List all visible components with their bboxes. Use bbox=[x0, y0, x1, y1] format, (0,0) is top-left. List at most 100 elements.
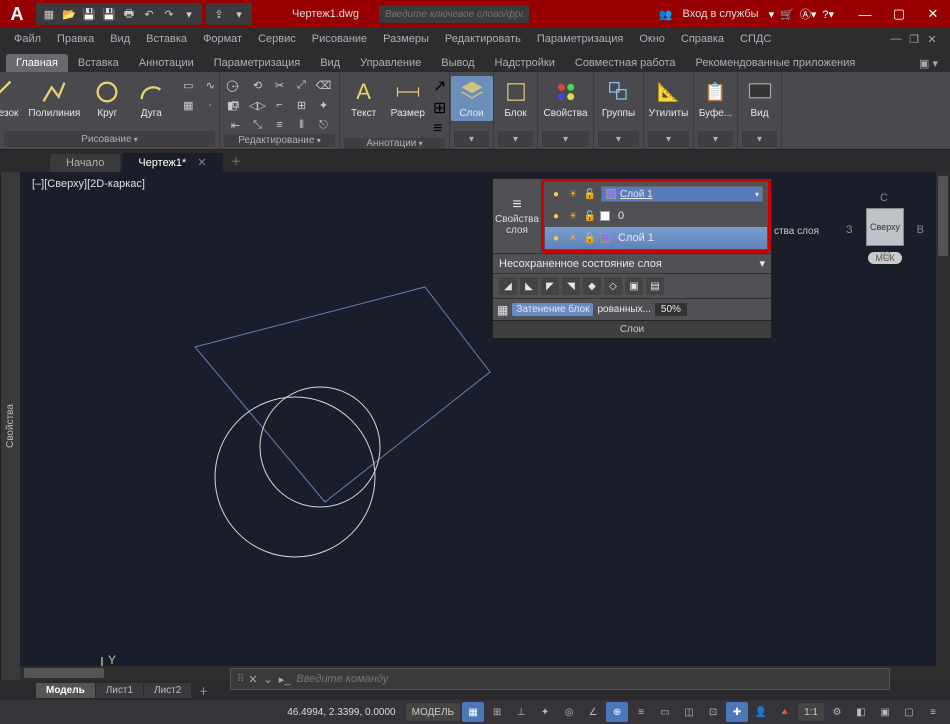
move-icon[interactable]: ↔ bbox=[226, 76, 246, 94]
layout-sheet2[interactable]: Лист2 bbox=[144, 683, 191, 698]
arc-button[interactable]: Дуга bbox=[130, 76, 172, 121]
cart-icon[interactable]: 🛒 bbox=[780, 8, 794, 21]
tab-view[interactable]: Вид bbox=[310, 54, 350, 72]
tab-insert[interactable]: Вставка bbox=[68, 54, 129, 72]
array-icon[interactable]: ⊞ bbox=[292, 96, 312, 114]
layer-tool-7-icon[interactable]: ▣ bbox=[625, 277, 643, 295]
status-sc-icon[interactable]: ⊡ bbox=[702, 702, 724, 722]
menu-file[interactable]: Файл bbox=[6, 31, 49, 47]
tab-close-icon[interactable]: ✕ bbox=[197, 157, 206, 169]
shade-percent[interactable]: 50% bbox=[655, 303, 687, 316]
mdi-restore-icon[interactable]: ❐ bbox=[906, 33, 922, 46]
mtext-icon[interactable]: ≡ bbox=[433, 120, 446, 138]
layer0-on-icon[interactable]: ● bbox=[549, 209, 563, 223]
panel-clip-expand[interactable]: ▾ bbox=[698, 131, 733, 147]
minimize-button[interactable]: — bbox=[848, 0, 882, 28]
viewcube-e[interactable]: В bbox=[917, 224, 924, 236]
qat-new-icon[interactable]: ▦ bbox=[40, 5, 58, 23]
layer-tool-5-icon[interactable]: ◆ bbox=[583, 277, 601, 295]
viewcube-n[interactable]: С bbox=[880, 192, 888, 204]
menu-insert[interactable]: Вставка bbox=[138, 31, 195, 47]
layer-popup-footer[interactable]: Слои bbox=[493, 320, 771, 338]
layer-row-1[interactable]: ● ☀ 🔓 Слой 1 bbox=[545, 227, 767, 249]
erase-icon[interactable]: ⌫ bbox=[314, 76, 334, 94]
extend-icon[interactable]: ⤢ bbox=[292, 76, 312, 94]
polyline-button[interactable]: Полилиния bbox=[24, 76, 84, 121]
current-layer-combo[interactable]: Слой 1 bbox=[601, 186, 763, 202]
menu-help[interactable]: Справка bbox=[673, 31, 732, 47]
copy-icon[interactable]: ⧉ bbox=[226, 96, 246, 114]
side-panel-properties[interactable]: Свойства bbox=[0, 172, 20, 680]
panel-groups-expand[interactable]: ▾ bbox=[598, 131, 639, 147]
hatch-icon[interactable]: ▦ bbox=[178, 96, 198, 114]
align-icon[interactable]: ⫴ bbox=[292, 116, 312, 134]
status-clean-icon[interactable]: ▢ bbox=[898, 702, 920, 722]
status-monitor-icon[interactable]: ▣ bbox=[874, 702, 896, 722]
status-annscale-icon[interactable]: 🔺 bbox=[774, 702, 796, 722]
mdi-minimize-icon[interactable]: — bbox=[888, 33, 904, 46]
layout-model[interactable]: Модель bbox=[36, 683, 95, 698]
tab-drawing1[interactable]: Чертеж1* ✕ bbox=[122, 153, 222, 172]
panel-layers-expand[interactable]: ▾ bbox=[454, 131, 489, 147]
menu-spds[interactable]: СПДС bbox=[732, 31, 779, 47]
panel-annot-title[interactable]: Аннотации bbox=[344, 138, 445, 149]
layer-tool-8-icon[interactable]: ▤ bbox=[646, 277, 664, 295]
qat-redo-icon[interactable]: ↷ bbox=[160, 5, 178, 23]
maximize-button[interactable]: ▢ bbox=[882, 0, 916, 28]
status-gear-icon[interactable]: ⚙ bbox=[826, 702, 848, 722]
viewcube-face[interactable]: Сверху bbox=[866, 208, 904, 246]
layout-sheet1[interactable]: Лист1 bbox=[96, 683, 143, 698]
layers-button[interactable]: Слои bbox=[451, 76, 493, 121]
layer0-freeze-icon[interactable]: ☀ bbox=[566, 209, 580, 223]
scrollbar-v-thumb[interactable] bbox=[938, 176, 948, 256]
layer1-freeze-icon[interactable]: ☀ bbox=[566, 231, 580, 245]
utilities-button[interactable]: 📐Утилиты bbox=[645, 76, 693, 121]
circle-button[interactable]: Круг bbox=[86, 76, 128, 121]
explode-icon[interactable]: ✦ bbox=[314, 96, 334, 114]
status-grid-icon[interactable]: ▦ bbox=[462, 702, 484, 722]
menu-edit[interactable]: Правка bbox=[49, 31, 102, 47]
qat-undo-icon[interactable]: ↶ bbox=[140, 5, 158, 23]
cmd-close-icon[interactable]: ✕ bbox=[248, 673, 257, 686]
rotate-icon[interactable]: ⟲ bbox=[248, 76, 268, 94]
view-button[interactable]: Вид bbox=[739, 76, 781, 121]
close-button[interactable]: ✕ bbox=[916, 0, 950, 28]
layer-row-0[interactable]: ● ☀ 🔓 0 bbox=[545, 205, 767, 227]
panel-draw-title[interactable]: Рисование bbox=[4, 131, 215, 147]
panel-block-expand[interactable]: ▾ bbox=[498, 131, 533, 147]
clipboard-button[interactable]: 📋Буфе... bbox=[695, 76, 737, 121]
menu-modify[interactable]: Редактировать bbox=[437, 31, 529, 47]
status-ann-icon[interactable]: 👤 bbox=[750, 702, 772, 722]
layer-properties-button[interactable]: ≡ Свойства слоя bbox=[493, 179, 541, 253]
text-button[interactable]: AТекст bbox=[343, 76, 385, 121]
layer-current-row[interactable]: ● ☀ 🔓 Слой 1 bbox=[545, 183, 767, 205]
qat-share-icon[interactable]: ⇪ bbox=[210, 5, 228, 23]
panel-props-expand[interactable]: ▾ bbox=[542, 131, 589, 147]
layer1-on-icon[interactable]: ● bbox=[549, 231, 563, 245]
tab-collab[interactable]: Совместная работа bbox=[565, 54, 686, 72]
layer1-lock-icon[interactable]: 🔓 bbox=[583, 231, 597, 245]
layout-add-button[interactable]: ＋ bbox=[192, 681, 214, 700]
cmd-handle-icon[interactable]: ⠿ bbox=[237, 674, 242, 685]
shade-button[interactable]: Затенение блок bbox=[512, 303, 593, 316]
app-logo[interactable]: A bbox=[0, 0, 34, 28]
panel-modify-title[interactable]: Редактирование bbox=[224, 134, 335, 147]
layer-freeze-icon[interactable]: ☀ bbox=[566, 187, 580, 201]
help-icon[interactable]: ?▾ bbox=[822, 8, 834, 21]
menu-tools[interactable]: Сервис bbox=[250, 31, 304, 47]
status-lwt-icon[interactable]: ≡ bbox=[630, 702, 652, 722]
viewcube-w[interactable]: З bbox=[846, 224, 853, 236]
signin-button[interactable]: Вход в службы bbox=[679, 8, 763, 20]
tab-annotate[interactable]: Аннотации bbox=[129, 54, 204, 72]
command-input[interactable] bbox=[296, 673, 883, 685]
status-osnap-icon[interactable]: ◎ bbox=[558, 702, 580, 722]
layer-tool-3-icon[interactable]: ◤ bbox=[541, 277, 559, 295]
tab-start[interactable]: Начало bbox=[50, 154, 120, 172]
scrollbar-vertical[interactable] bbox=[936, 172, 950, 680]
menu-window[interactable]: Окно bbox=[631, 31, 673, 47]
mdi-close-icon[interactable]: ✕ bbox=[924, 33, 940, 46]
panel-utils-expand[interactable]: ▾ bbox=[648, 131, 689, 147]
layer-lock-icon[interactable]: 🔓 bbox=[583, 187, 597, 201]
fillet-icon[interactable]: ⌐ bbox=[270, 96, 290, 114]
status-trans-icon[interactable]: ▭ bbox=[654, 702, 676, 722]
